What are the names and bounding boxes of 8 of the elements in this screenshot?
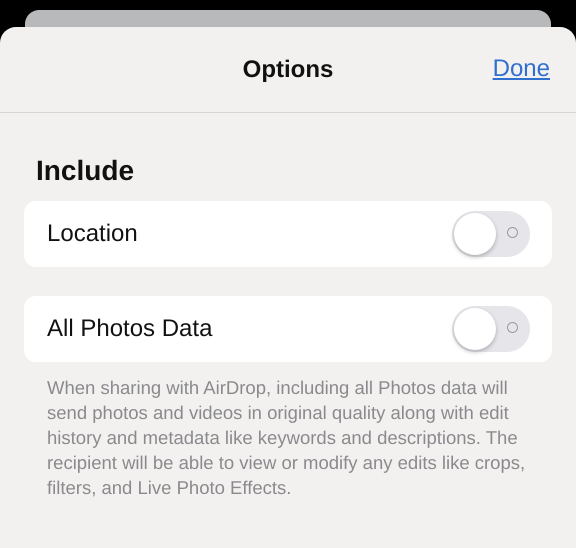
sheet-title: Options (242, 56, 334, 84)
section-title: Include (36, 155, 136, 187)
toggle-switch[interactable] (452, 211, 530, 257)
option-label: All Photos Data (47, 315, 212, 343)
option-label: Location (47, 220, 138, 248)
section-footer: When sharing with AirDrop, including all Photos data will send photos and videos in original quality along with edit history and metadata like keywords and descriptions. The recipient will be able to view or modify any edits like crops, filters, and Live Photo Effects. (47, 375, 538, 500)
done-link[interactable]: Done (492, 55, 550, 83)
toggle-switch[interactable] (452, 306, 530, 352)
